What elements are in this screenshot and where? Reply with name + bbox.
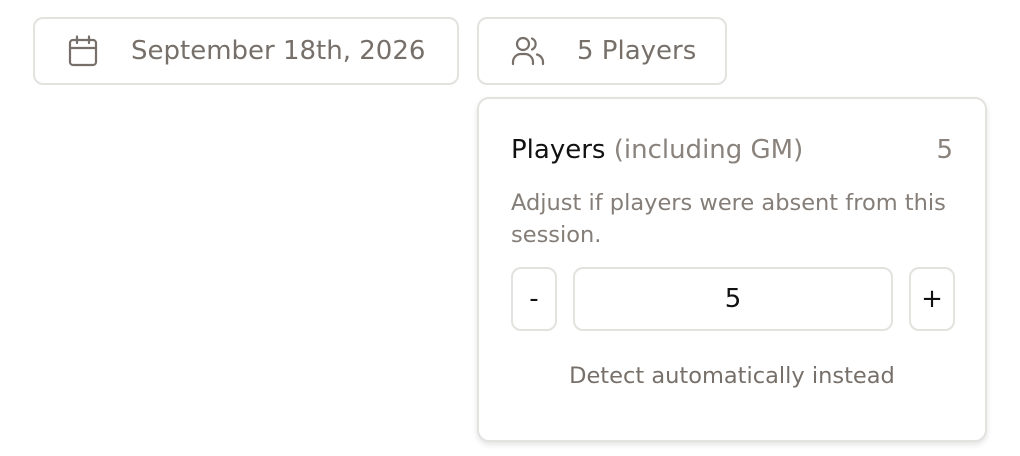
popover-title-main: Players bbox=[511, 135, 606, 165]
players-label: 5 Players bbox=[577, 36, 697, 66]
calendar-icon bbox=[68, 35, 98, 67]
popover-title-suffix: (including GM) bbox=[613, 135, 804, 165]
decrement-button[interactable]: - bbox=[511, 267, 557, 331]
date-picker-button[interactable]: September 18th, 2026 bbox=[33, 17, 459, 85]
player-count-input[interactable]: 5 bbox=[573, 267, 893, 331]
popover-title: Players (including GM) bbox=[511, 135, 803, 165]
popover-description: Adjust if players were absent from this … bbox=[511, 190, 946, 248]
popover-count: 5 bbox=[936, 135, 953, 165]
players-popover: Players (including GM) 5 Adjust if playe… bbox=[477, 97, 987, 442]
players-count-button[interactable]: 5 Players bbox=[477, 17, 727, 85]
detect-automatically-link[interactable]: Detect automatically instead bbox=[479, 363, 985, 389]
increment-button[interactable]: + bbox=[909, 267, 955, 331]
app-root: September 18th, 2026 5 Players Players (… bbox=[0, 0, 1020, 456]
date-label: September 18th, 2026 bbox=[131, 36, 426, 66]
users-icon bbox=[511, 35, 545, 67]
